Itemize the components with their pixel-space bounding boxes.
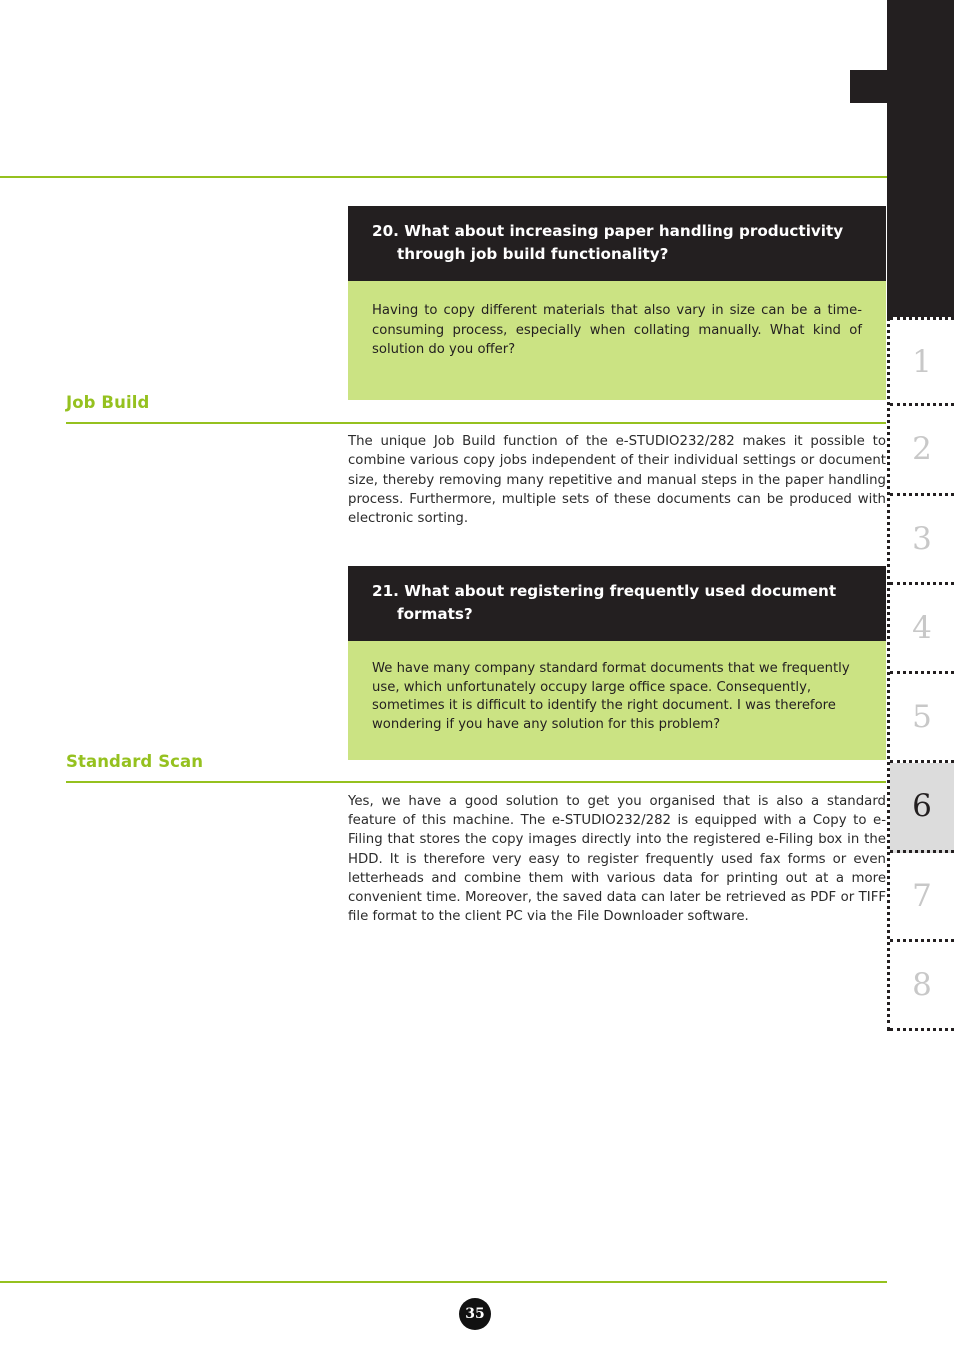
chapter-tab-2[interactable]: 2	[890, 406, 954, 496]
section-standard-scan: Standard Scan	[66, 752, 886, 783]
qa-block-20: 20. What about increasing paper handling…	[348, 206, 886, 400]
qa-question-21: 21. What about registering frequently us…	[348, 566, 886, 641]
header-rule	[0, 176, 887, 178]
chapter-tab-8-label: 8	[912, 966, 932, 1003]
qa-block-21: 21. What about registering frequently us…	[348, 566, 886, 760]
section-standard-scan-rule	[66, 781, 886, 783]
qa-question-20: 20. What about increasing paper handling…	[348, 206, 886, 281]
chapter-tab-6[interactable]: 6	[890, 763, 954, 853]
page-number-badge: 35	[459, 1298, 491, 1330]
chapter-tab-6-label: 6	[912, 788, 932, 825]
qa-answer-20: Having to copy different materials that …	[348, 281, 886, 400]
section-job-build-title: Job Build	[66, 393, 150, 412]
section-job-build-rule	[66, 422, 886, 424]
document-page: 20. What about increasing paper handling…	[0, 0, 954, 1350]
footer-rule	[0, 1281, 887, 1283]
corner-square-marker	[850, 70, 887, 103]
chapter-tab-5[interactable]: 5	[890, 674, 954, 764]
chapter-tab-4-label: 4	[912, 609, 932, 646]
chapter-tab-1[interactable]: 1	[890, 317, 954, 407]
chapter-tab-7[interactable]: 7	[890, 853, 954, 942]
qa-question-21-line2: formats?	[397, 605, 473, 623]
qa-answer-21: We have many company standard format doc…	[348, 641, 886, 760]
chapter-tab-3[interactable]: 3	[890, 496, 954, 585]
chapter-tab-5-label: 5	[912, 699, 932, 736]
chapter-tab-2-label: 2	[912, 431, 932, 468]
qa-question-20-line2: through job build functionality?	[397, 245, 669, 263]
qa-question-20-number: 20.	[372, 222, 399, 240]
qa-question-21-number: 21.	[372, 582, 399, 600]
chapter-tab-4[interactable]: 4	[890, 585, 954, 674]
section-job-build-body: The unique Job Build function of the e-S…	[348, 434, 886, 527]
qa-question-20-line1: What about increasing paper handling pro…	[404, 222, 844, 240]
chapter-tab-7-label: 7	[912, 877, 932, 914]
section-standard-scan-body: Yes, we have a good solution to get you …	[348, 794, 886, 925]
chapter-tab-3-label: 3	[912, 520, 932, 557]
section-job-build: Job Build	[66, 393, 886, 424]
right-black-bar	[887, 0, 954, 317]
chapter-tab-index: 1 2 3 4 5 6 7 8	[887, 317, 954, 1031]
qa-question-21-line1: What about registering frequently used d…	[404, 582, 837, 600]
chapter-tab-8[interactable]: 8	[890, 942, 954, 1031]
chapter-tab-1-label: 1	[912, 343, 932, 380]
section-standard-scan-title: Standard Scan	[66, 752, 204, 771]
